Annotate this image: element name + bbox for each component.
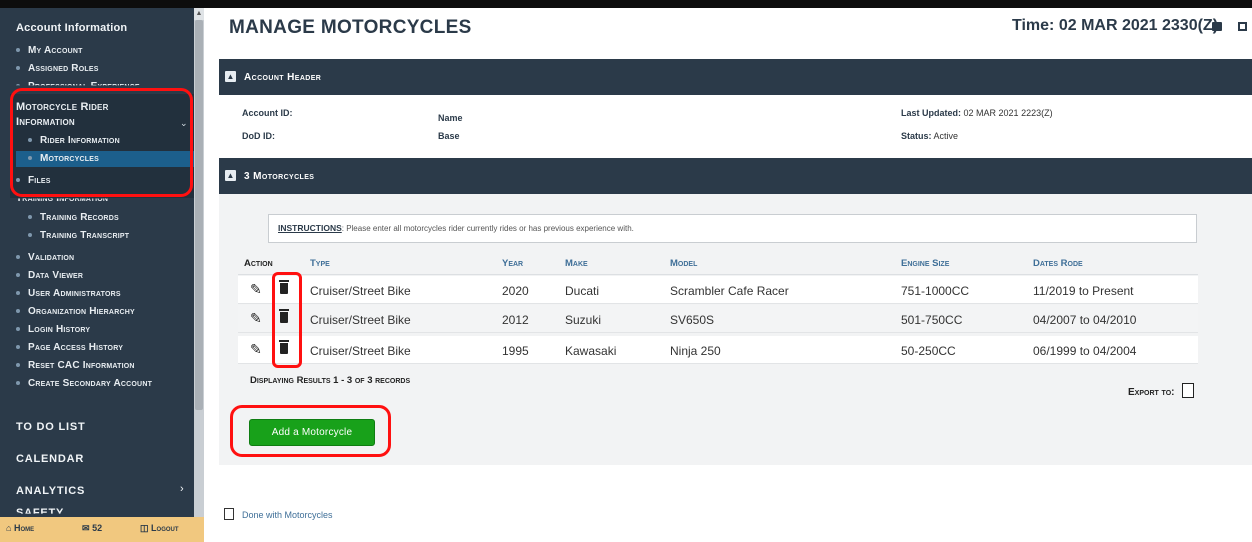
sidebar-title: Account Information (16, 22, 128, 34)
name-label: Name (438, 113, 463, 123)
scrollbar-thumb[interactable] (195, 20, 203, 410)
cell-year: 2012 (502, 313, 529, 327)
col-engine-size[interactable]: Engine Size (901, 258, 949, 269)
col-make[interactable]: Make (565, 258, 588, 269)
account-id-label: Account ID: (242, 108, 293, 118)
print-icon[interactable] (1212, 22, 1222, 31)
cell-year: 2020 (502, 284, 529, 298)
time-display: Time: 02 MAR 2021 2330(Z) (1012, 17, 1219, 34)
bullet-icon (16, 48, 20, 53)
bullet-icon (16, 309, 20, 314)
bullet-icon (28, 215, 32, 220)
cell-model: Ninja 250 (670, 344, 721, 358)
highlight-box-sidebar (10, 88, 193, 197)
instructions-box: INSTRUCTIONS: Please enter all motorcycl… (268, 214, 1197, 243)
sidebar-item-training-transcript[interactable]: Training Transcript (28, 230, 129, 241)
account-info: Account ID: Name DoD ID: Base Last Updat… (219, 96, 1252, 158)
sidebar-scrollbar[interactable]: ▲ (194, 8, 204, 542)
sidebar-item-assigned-roles[interactable]: Assigned Roles (16, 63, 99, 74)
logout-button[interactable]: ◫ Logout (140, 523, 179, 534)
cell-make: Suzuki (565, 313, 602, 327)
cell-make: Kawasaki (565, 344, 617, 358)
cell-type: Cruiser/Street Bike (310, 344, 411, 358)
motorcycles-header-label: 3 Motorcycles (244, 171, 315, 182)
popout-icon[interactable] (1238, 22, 1247, 31)
col-type[interactable]: Type (310, 258, 330, 269)
sidebar-item-login-history[interactable]: Login History (16, 324, 90, 335)
sidebar-item-page-access-history[interactable]: Page Access History (16, 342, 123, 353)
bullet-icon (16, 255, 20, 260)
displaying-results: Displaying Results 1 - 3 of 3 records (250, 375, 411, 386)
sidebar-item-validation[interactable]: Validation (16, 252, 74, 263)
sidebar-section-analytics[interactable]: ANALYTICS (16, 485, 85, 497)
bullet-icon (16, 291, 20, 296)
cell-engine: 751-1000CC (901, 284, 970, 298)
table-row: ✎ Cruiser/Street Bike 2012 Suzuki SV650S… (238, 305, 1198, 333)
collapse-icon[interactable]: ▲ (225, 71, 236, 82)
bullet-icon (16, 66, 20, 71)
table-row: ✎ Cruiser/Street Bike 1995 Kawasaki Ninj… (238, 336, 1198, 364)
last-updated: Last Updated: 02 MAR 2021 2223(Z) (901, 108, 1053, 118)
mail-button[interactable]: ✉ 52 (82, 523, 102, 534)
mail-icon: ✉ (82, 523, 90, 533)
cell-model: Scrambler Cafe Racer (670, 284, 789, 298)
page-title: MANAGE MOTORCYCLES (229, 17, 472, 38)
account-header-label: Account Header (244, 72, 322, 83)
account-header-bar[interactable]: ▲ Account Header (219, 59, 1252, 95)
cell-dates: 04/2007 to 04/2010 (1033, 313, 1137, 327)
sidebar-section-calendar[interactable]: CALENDAR (16, 453, 84, 465)
sidebar-item-create-secondary-account[interactable]: Create Secondary Account (16, 378, 202, 389)
sidebar-item-my-account[interactable]: My Account (16, 45, 83, 56)
chevron-right-icon[interactable]: › (180, 483, 184, 495)
table-footer: Displaying Results 1 - 3 of 3 records Ex… (238, 367, 1198, 403)
clipboard-icon[interactable] (224, 508, 234, 520)
col-action: Action (244, 258, 273, 269)
done-link[interactable]: Done with Motorcycles (242, 510, 333, 520)
col-dates-rode[interactable]: Dates Rode (1033, 258, 1083, 269)
motorcycles-header-bar[interactable]: ▲ 3 Motorcycles (219, 158, 1252, 194)
table-row: ✎ Cruiser/Street Bike 2020 Ducati Scramb… (238, 276, 1198, 304)
cell-model: SV650S (670, 313, 715, 327)
edit-icon[interactable]: ✎ (250, 282, 264, 297)
highlight-box-add-button (230, 405, 391, 457)
export-icon[interactable] (1182, 383, 1194, 398)
cell-engine: 50-250CC (901, 344, 956, 358)
bullet-icon (16, 381, 20, 386)
dod-id-label: DoD ID: (242, 131, 275, 141)
col-year[interactable]: Year (502, 258, 523, 269)
cell-dates: 06/1999 to 04/2004 (1033, 344, 1137, 358)
bullet-icon (28, 233, 32, 238)
home-icon: ⌂ (6, 523, 12, 533)
cell-dates: 11/2019 to Present (1033, 284, 1134, 298)
sidebar-item-reset-cac[interactable]: Reset CAC Information (16, 360, 135, 371)
sidebar-footer: ⌂ Home ✉ 52 ◫ Logout (0, 517, 204, 542)
sidebar-item-user-administrators[interactable]: User Administrators (16, 288, 121, 299)
sidebar-item-training-records[interactable]: Training Records (28, 212, 119, 223)
bullet-icon (16, 327, 20, 332)
edit-icon[interactable]: ✎ (250, 311, 264, 326)
cell-type: Cruiser/Street Bike (310, 313, 411, 327)
highlight-box-trash (272, 272, 302, 368)
base-label: Base (438, 131, 460, 141)
bullet-icon (16, 345, 20, 350)
cell-make: Ducati (565, 284, 600, 298)
sidebar-item-organization-hierarchy[interactable]: Organization Hierarchy (16, 306, 135, 317)
collapse-icon[interactable]: ▲ (225, 170, 236, 181)
cell-type: Cruiser/Street Bike (310, 284, 411, 298)
cell-year: 1995 (502, 344, 529, 358)
bullet-icon (16, 363, 20, 368)
sidebar-section-todo[interactable]: TO DO LIST (16, 421, 86, 433)
cell-engine: 501-750CC (901, 313, 963, 327)
sidebar-item-data-viewer[interactable]: Data Viewer (16, 270, 83, 281)
col-model[interactable]: Model (670, 258, 697, 269)
top-bar (0, 0, 1252, 8)
export-label: Export to: (1128, 387, 1175, 398)
bullet-icon (16, 273, 20, 278)
home-button[interactable]: ⌂ Home (6, 523, 34, 533)
scroll-up-icon[interactable]: ▲ (194, 8, 204, 20)
logout-icon: ◫ (140, 523, 149, 533)
edit-icon[interactable]: ✎ (250, 342, 264, 357)
status: Status: Active (901, 131, 959, 141)
table-header: Action Type Year Make Model Engine Size … (238, 251, 1198, 275)
